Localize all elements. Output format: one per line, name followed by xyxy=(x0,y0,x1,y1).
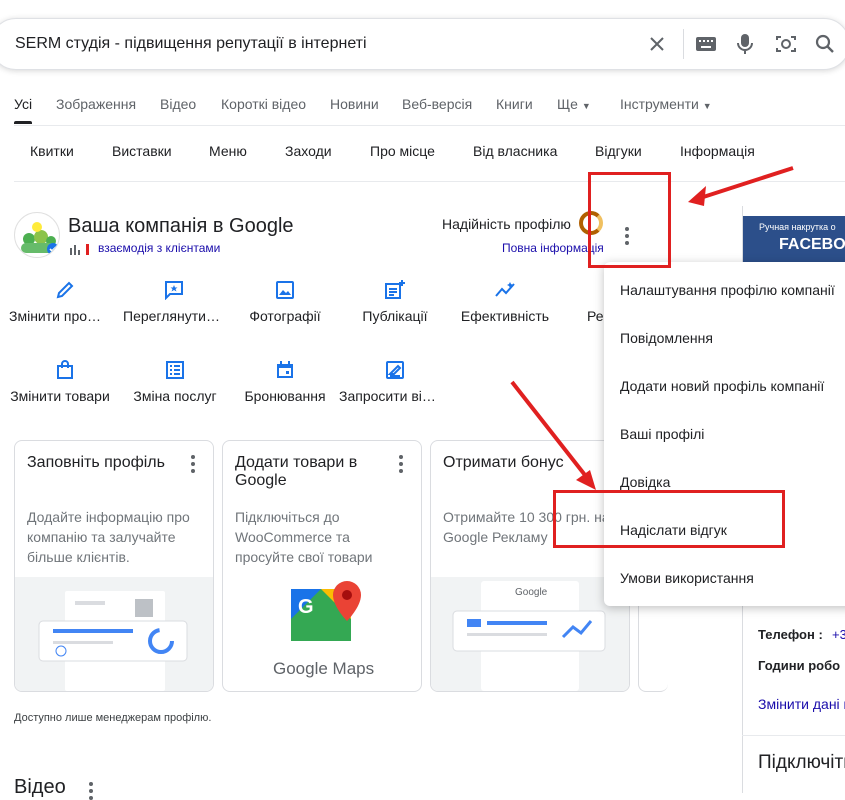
annotation-arrows xyxy=(510,166,794,490)
